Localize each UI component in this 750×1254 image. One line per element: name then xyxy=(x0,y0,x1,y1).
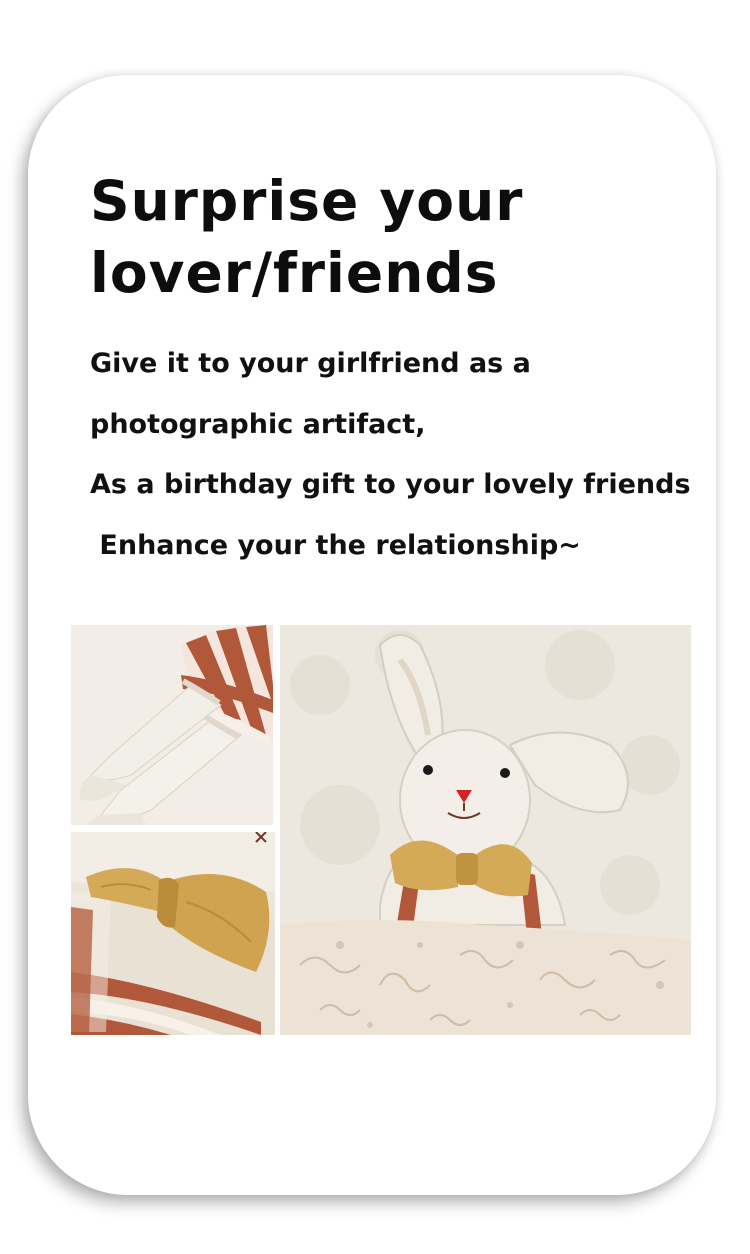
page-title: Surprise your lover/friends xyxy=(90,165,690,309)
description-line-4: Enhance your the relationship~ xyxy=(90,530,581,561)
doll-bowtie-photo xyxy=(71,832,275,1035)
bunny-doll-in-bed-photo xyxy=(280,625,691,1035)
title-line-2: lover/friends xyxy=(90,241,499,305)
product-page: Surprise your lover/friends Give it to y… xyxy=(0,0,750,1254)
description-line-1: Give it to your girlfriend as a xyxy=(90,348,531,379)
doll-legs-photo xyxy=(71,625,273,825)
description-line-3: As a birthday gift to your lovely friend… xyxy=(90,469,691,500)
title-line-1: Surprise your xyxy=(90,169,524,233)
description-line-2: photographic artifact, xyxy=(90,409,426,440)
